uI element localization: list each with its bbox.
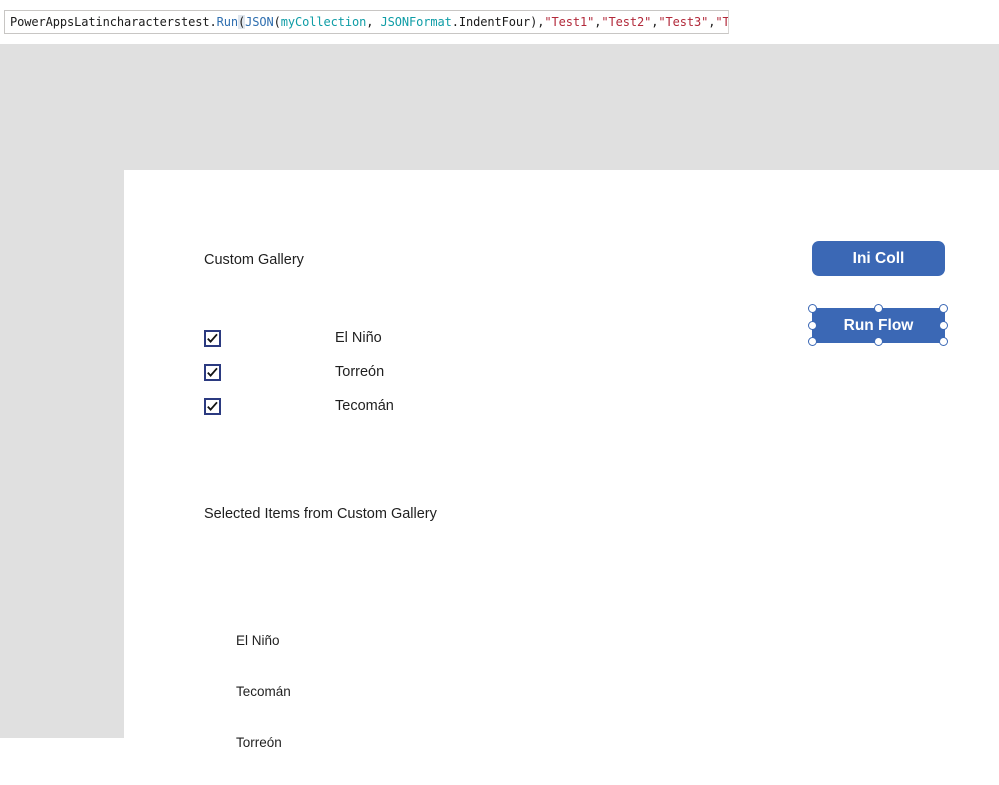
custom-gallery-title-label: Custom Gallery (204, 252, 304, 268)
formula-token: "Test2" (601, 15, 652, 29)
gallery-row[interactable]: El Niño (204, 330, 624, 364)
formula-token: . (209, 15, 217, 29)
formula-token: JSON (245, 15, 274, 29)
formula-token: "Test3" (658, 15, 709, 29)
selected-item-line: Tecomán (236, 684, 291, 699)
formula-token: ( (273, 15, 281, 29)
selected-items-title-label: Selected Items from Custom Gallery (204, 506, 437, 522)
gallery-row-checkbox[interactable] (204, 330, 221, 347)
formula-token: PowerAppsLatincharacterstest (10, 15, 210, 29)
ini-coll-button[interactable]: Ini Coll (812, 241, 945, 276)
formula-token: "Test1" (544, 15, 595, 29)
formula-token: IndentFour (458, 15, 531, 29)
gallery-row-label: El Niño (335, 330, 382, 346)
gallery-row[interactable]: Torreón (204, 364, 624, 398)
formula-token: . (451, 15, 459, 29)
formula-input[interactable]: PowerAppsLatincharacterstest.Run(JSON(my… (4, 10, 729, 34)
gallery-row-checkbox[interactable] (204, 398, 221, 415)
formula-bar-region: PowerAppsLatincharacterstest.Run(JSON(my… (0, 0, 999, 44)
formula-token: JSONFormat (380, 15, 452, 29)
formula-token: Run (216, 15, 238, 29)
custom-gallery-control[interactable]: El Niño Torreón Tecomán (204, 330, 624, 432)
gallery-row-label: Tecomán (335, 398, 394, 414)
selected-items-output-label: El Niño Tecomán Torreón (236, 598, 291, 785)
app-canvas-screen[interactable]: Custom Gallery El Niño Torreón Tecomán S… (124, 170, 999, 750)
gallery-row-label: Torreón (335, 364, 385, 380)
selected-item-line: El Niño (236, 633, 280, 648)
selected-item-line: Torreón (236, 735, 282, 750)
gallery-row-checkbox[interactable] (204, 364, 221, 381)
formula-token: , (366, 15, 381, 29)
run-flow-button[interactable]: Run Flow (812, 308, 945, 343)
formula-token: "Test4" (715, 15, 729, 29)
gallery-row[interactable]: Tecomán (204, 398, 624, 432)
formula-expression-text: PowerAppsLatincharacterstest.Run(JSON(my… (5, 15, 729, 29)
formula-token: myCollection (280, 15, 367, 29)
